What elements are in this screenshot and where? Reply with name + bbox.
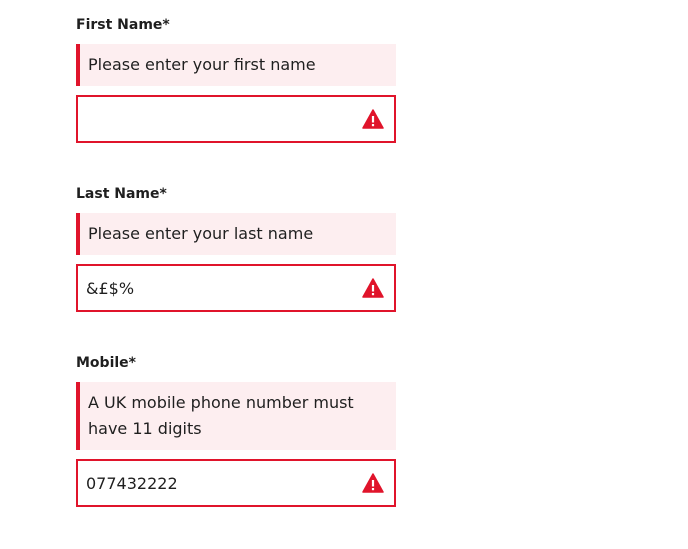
- warning-icon: [362, 473, 384, 493]
- mobile-error-message: A UK mobile phone number must have 11 di…: [76, 382, 396, 450]
- first-name-label: First Name*: [76, 17, 170, 33]
- warning-icon: [362, 278, 384, 298]
- first-name-input-container: [76, 95, 396, 143]
- mobile-label: Mobile*: [76, 355, 136, 371]
- first-name-input[interactable]: [78, 97, 348, 141]
- mobile-input-container: [76, 459, 396, 507]
- last-name-input[interactable]: [78, 266, 348, 310]
- last-name-input-container: [76, 264, 396, 312]
- mobile-input[interactable]: [78, 461, 348, 505]
- warning-icon: [362, 109, 384, 129]
- last-name-error-message: Please enter your last name: [76, 213, 396, 255]
- last-name-label: Last Name*: [76, 186, 167, 202]
- first-name-error-message: Please enter your first name: [76, 44, 396, 86]
